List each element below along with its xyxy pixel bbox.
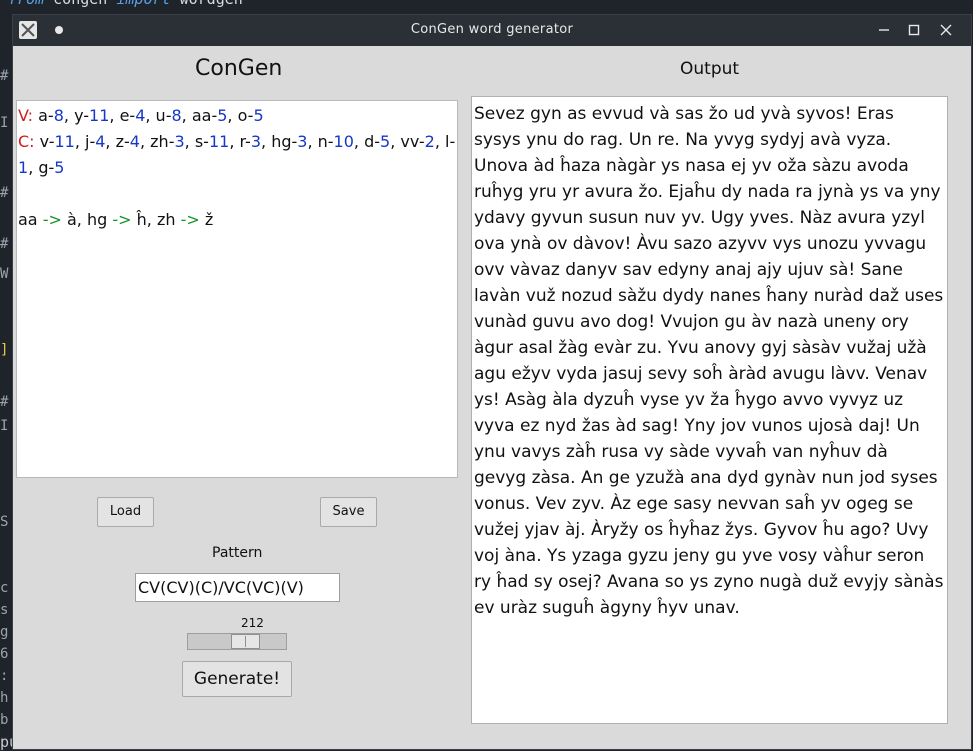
consonant-symbol: l- xyxy=(439,132,456,151)
vowel-weight: 5 xyxy=(253,106,264,125)
bg-glyph: # xyxy=(0,185,9,201)
bg-glyph: I xyxy=(0,115,9,131)
bg-keyword-from: from xyxy=(8,0,44,8)
consonant-symbol: s- xyxy=(189,132,209,151)
consonant-symbol: v- xyxy=(34,132,55,151)
background-code-line: from congen import wordgen xyxy=(8,0,243,8)
congen-window: ConGen word generator ConGen Output V: a… xyxy=(12,14,972,750)
bg-glyph: W xyxy=(0,266,9,282)
vowel-symbol: o- xyxy=(232,106,254,125)
window-title: ConGen word generator xyxy=(410,22,574,37)
rewrite-rules-line: aa -> à, hg -> ĥ, zh -> ž xyxy=(18,207,457,233)
minimize-icon[interactable] xyxy=(873,19,895,41)
consonant-definition-line: C: v-11, j-4, z-4, zh-3, s-11, r-3, hg-3… xyxy=(18,129,457,181)
rewrite-arrow: -> xyxy=(180,210,200,229)
word-count-value: 212 xyxy=(241,616,264,630)
rewrite-from: zh xyxy=(156,210,181,229)
vowel-label: V: xyxy=(18,106,34,125)
consonant-weight: 5 xyxy=(380,132,391,151)
bg-glyph: S xyxy=(0,514,9,530)
generated-text: Sevez gyn as evvud và sas žo ud yvà syvo… xyxy=(474,104,944,618)
consonant-symbol: z- xyxy=(110,132,130,151)
vowel-symbol: e- xyxy=(114,106,136,125)
rewrite-arrow: -> xyxy=(112,210,132,229)
bg-glyph: c xyxy=(0,580,9,596)
consonant-weight: 4 xyxy=(95,132,106,151)
consonant-weight: 3 xyxy=(174,132,185,151)
close-icon[interactable] xyxy=(935,19,957,41)
consonant-weight: 3 xyxy=(297,132,308,151)
congen-heading: ConGen xyxy=(195,56,283,81)
vowel-weight: 5 xyxy=(217,106,228,125)
consonant-weight: 2 xyxy=(424,132,435,151)
rewrite-separator: , xyxy=(146,210,157,229)
bg-glyph: g xyxy=(0,624,9,640)
rewrite-to: ĥ xyxy=(131,210,147,229)
consonant-symbol: r- xyxy=(234,132,251,151)
vowel-symbol: u- xyxy=(150,106,172,125)
vowel-weight: 11 xyxy=(89,106,110,125)
bg-glyph: ] xyxy=(0,342,9,358)
title-bar[interactable]: ConGen word generator xyxy=(13,15,971,46)
generate-button[interactable]: Generate! xyxy=(182,661,292,697)
vowel-symbol: y- xyxy=(68,106,90,125)
consonant-weight: 3 xyxy=(250,132,262,151)
consonant-weight: 10 xyxy=(333,132,354,151)
bg-glyph: # xyxy=(0,394,9,410)
rewrite-arrow: -> xyxy=(42,210,62,229)
rewrite-from: hg xyxy=(86,210,113,229)
bg-keyword-import: import xyxy=(116,0,170,8)
output-heading: Output xyxy=(680,59,740,79)
consonant-weight: 5 xyxy=(54,158,65,177)
consonant-symbol: vv- xyxy=(395,132,425,151)
bg-glyph: : xyxy=(0,668,9,684)
vowel-symbol: a- xyxy=(33,106,54,125)
bg-glyph: s xyxy=(0,602,9,618)
bg-glyph: 6 xyxy=(0,646,9,662)
vowel-symbol: aa- xyxy=(186,106,218,125)
bg-glyph: # xyxy=(0,236,9,252)
bg-glyph: h xyxy=(0,690,9,706)
bg-module: congen xyxy=(44,0,116,8)
consonant-symbol: hg- xyxy=(266,132,298,151)
bg-import-name: wordgen xyxy=(171,0,243,8)
consonant-weight: 4 xyxy=(129,132,140,151)
rewrite-separator: , xyxy=(76,210,87,229)
rewrite-to: ž xyxy=(199,210,214,229)
vowel-weight: 4 xyxy=(135,106,146,125)
pattern-label: Pattern xyxy=(212,545,263,561)
slider-thumb[interactable] xyxy=(231,634,260,649)
bg-glyph: b xyxy=(0,712,9,728)
consonant-symbol: n- xyxy=(312,132,334,151)
consonant-symbol: zh- xyxy=(145,132,175,151)
consonant-label: C: xyxy=(18,132,35,151)
output-text-area[interactable]: Sevez gyn as evvud và sas žo ud yvà syvo… xyxy=(471,96,948,724)
vowel-definition-line: V: a-8, y-11, e-4, u-8, aa-5, o-5 xyxy=(18,103,457,129)
vowel-weight: 8 xyxy=(53,106,64,125)
definitions-editor[interactable]: V: a-8, y-11, e-4, u-8, aa-5, o-5 C: v-1… xyxy=(16,100,458,478)
vowel-weight: 8 xyxy=(171,106,182,125)
load-button[interactable]: Load xyxy=(97,497,154,527)
pattern-input[interactable]: CV(CV)(C)/VC(VC)(V) xyxy=(135,573,340,602)
consonant-symbol: g- xyxy=(33,158,55,177)
bg-glyph: # xyxy=(0,68,9,84)
maximize-icon[interactable] xyxy=(903,19,925,41)
rewrite-to: à xyxy=(61,210,77,229)
consonant-weight: 11 xyxy=(54,132,75,151)
bg-glyph: I xyxy=(0,418,9,434)
consonant-symbol: d- xyxy=(359,132,381,151)
word-count-slider[interactable] xyxy=(187,633,287,650)
save-button[interactable]: Save xyxy=(320,497,377,527)
consonant-weight: 1 xyxy=(18,158,29,177)
consonant-symbol: j- xyxy=(79,132,96,151)
rewrite-from: aa xyxy=(18,210,43,229)
consonant-weight: 11 xyxy=(208,132,230,151)
